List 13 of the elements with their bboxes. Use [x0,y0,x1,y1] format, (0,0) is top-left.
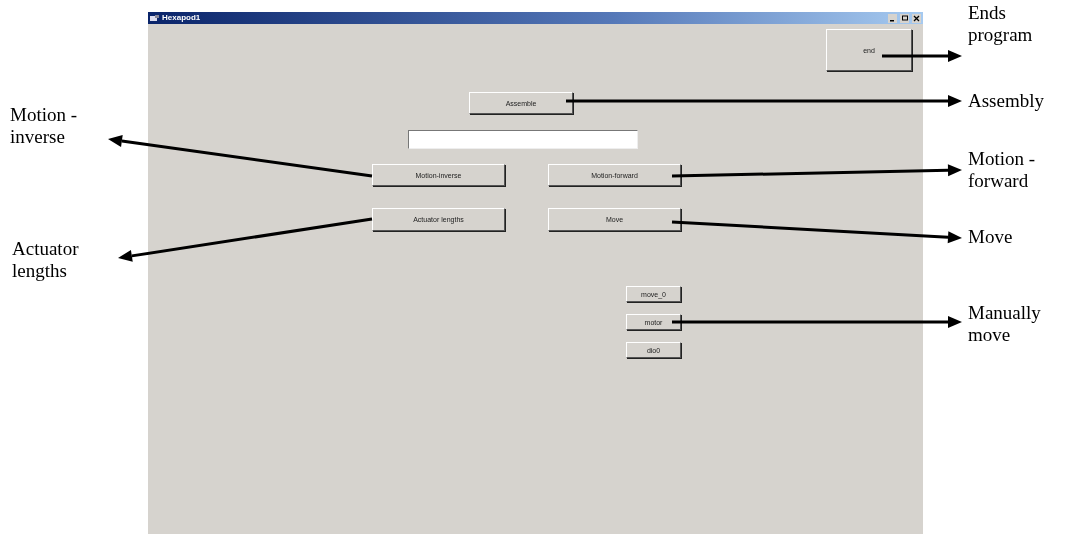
annotation-label: Manually move [968,302,1042,346]
annotation-label: Motion - inverse [10,104,79,148]
annotation-label: Motion - forward [968,148,1037,192]
app-icon [150,14,159,22]
annotation-label: Ends program [968,2,1034,46]
input-field[interactable] [408,130,638,149]
window-title: Hexapod1 [162,13,202,23]
close-icon[interactable] [912,13,921,23]
annotation-label: Actuator lengths [12,238,80,282]
minimize-icon[interactable] [888,13,897,23]
annotation-label: Assembly [968,90,1045,112]
maximize-icon[interactable] [900,13,909,23]
annotation-label: Move [968,226,1014,248]
